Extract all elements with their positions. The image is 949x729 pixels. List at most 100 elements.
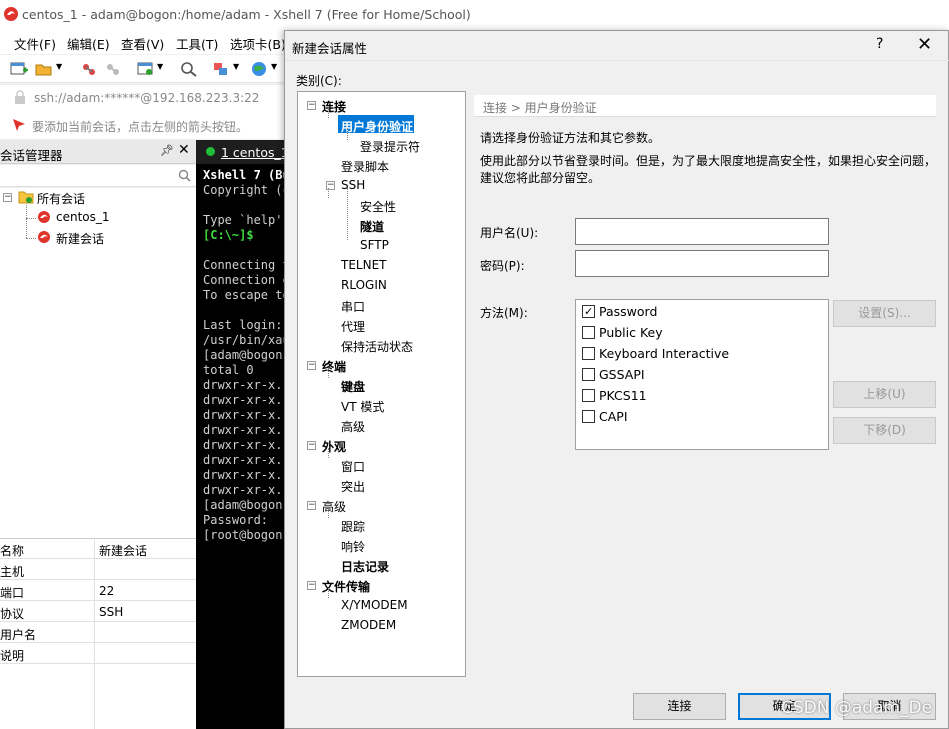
- new-session-icon[interactable]: [10, 61, 28, 77]
- terminal-line: Connecting t: [203, 258, 290, 272]
- method-checkbox[interactable]: [582, 326, 595, 339]
- settings-button[interactable]: 设置(S)...: [833, 300, 936, 327]
- category-item[interactable]: 键盘: [341, 378, 365, 395]
- category-item[interactable]: RLOGIN: [341, 278, 387, 292]
- collapse-icon[interactable]: −: [307, 361, 316, 370]
- category-item[interactable]: SFTP: [360, 238, 389, 252]
- folder-icon: [18, 191, 34, 204]
- close-panel-icon[interactable]: ✕: [178, 142, 190, 158]
- category-item[interactable]: VT 模式: [341, 398, 384, 415]
- terminal-line: [C:\~]$: [203, 228, 254, 242]
- watermark: CSDN @adam_De: [781, 698, 933, 718]
- globe-dropdown-icon[interactable]: ▼: [271, 62, 277, 71]
- disconnect-icon[interactable]: [104, 61, 122, 77]
- category-item[interactable]: 连接: [322, 98, 346, 115]
- collapse-icon[interactable]: −: [307, 101, 316, 110]
- session-item-centos[interactable]: centos_1: [56, 210, 110, 224]
- transfer-dropdown-icon[interactable]: ▼: [233, 62, 239, 71]
- session-manager-title: 会话管理器: [0, 148, 63, 163]
- connect-icon[interactable]: [80, 61, 98, 77]
- category-item[interactable]: 高级: [341, 418, 365, 435]
- category-item[interactable]: 跟踪: [341, 518, 365, 535]
- category-item[interactable]: 终端: [322, 358, 346, 375]
- method-checkbox[interactable]: [582, 347, 595, 360]
- collapse-icon[interactable]: −: [307, 441, 316, 450]
- category-item[interactable]: 登录脚本: [341, 158, 389, 175]
- category-item[interactable]: 外观: [322, 438, 346, 455]
- terminal-line: Password:: [203, 513, 269, 527]
- menu-view[interactable]: 查看(V): [121, 34, 164, 53]
- method-label[interactable]: PKCS11: [599, 388, 647, 403]
- method-checkbox[interactable]: [582, 389, 595, 402]
- terminal-line: [adam@bogon: [203, 348, 283, 362]
- move-down-button[interactable]: 下移(D): [833, 417, 936, 444]
- menu-file[interactable]: 文件(F): [14, 34, 56, 53]
- category-item[interactable]: 用户身份验证: [341, 118, 413, 135]
- find-icon[interactable]: [180, 61, 198, 77]
- globe-icon[interactable]: [251, 61, 269, 77]
- xshell-logo-icon: [4, 7, 18, 21]
- terminal-line: drwxr-xr-x.: [203, 438, 283, 452]
- username-field[interactable]: [575, 218, 829, 245]
- collapse-icon[interactable]: −: [3, 193, 12, 202]
- open-dropdown-icon[interactable]: ▼: [56, 62, 62, 71]
- password-field[interactable]: [575, 250, 829, 277]
- terminal-line: drwxr-xr-x.: [203, 453, 283, 467]
- method-label[interactable]: Keyboard Interactive: [599, 346, 729, 361]
- tree-root-label[interactable]: 所有会话: [37, 190, 85, 207]
- checkmark-icon: ✓: [584, 305, 594, 318]
- terminal-line: drwxr-xr-x.: [203, 378, 283, 392]
- arrow-bookmark-icon[interactable]: [12, 118, 26, 132]
- category-item[interactable]: 窗口: [341, 458, 365, 475]
- open-folder-icon[interactable]: [35, 61, 53, 77]
- description-text: 使用此部分以节省登录时间。但是，为了最大限度地提高安全性，如果担心安全问题，: [480, 154, 937, 168]
- session-icon: [38, 231, 50, 243]
- address-text[interactable]: ssh://adam:******@192.168.223.3:22: [34, 91, 259, 105]
- collapse-icon[interactable]: −: [307, 581, 316, 590]
- category-item[interactable]: 隧道: [360, 218, 384, 235]
- category-item[interactable]: 高级: [322, 498, 346, 515]
- close-icon[interactable]: ✕: [917, 34, 932, 55]
- method-checkbox[interactable]: [582, 368, 595, 381]
- category-item[interactable]: 保持活动状态: [341, 338, 413, 355]
- category-item[interactable]: X/YMODEM: [341, 598, 408, 612]
- menu-tabs[interactable]: 选项卡(B): [230, 34, 286, 53]
- terminal-line: To escape to: [203, 288, 290, 302]
- collapse-icon[interactable]: −: [307, 501, 316, 510]
- method-label[interactable]: CAPI: [599, 409, 628, 424]
- session-item-new[interactable]: 新建会话: [56, 230, 104, 247]
- terminal-line: Last login:: [203, 318, 283, 332]
- category-item[interactable]: 日志记录: [341, 558, 389, 575]
- description-text: 建议您将此部分留空。: [480, 171, 601, 185]
- category-item[interactable]: SSH: [341, 178, 365, 192]
- connect-button[interactable]: 连接: [633, 693, 726, 720]
- category-item[interactable]: 响铃: [341, 538, 365, 555]
- search-icon[interactable]: [178, 169, 191, 182]
- method-checkbox[interactable]: [582, 410, 595, 423]
- move-up-button[interactable]: 上移(U): [833, 381, 936, 408]
- method-label[interactable]: GSSAPI: [599, 367, 645, 382]
- help-button[interactable]: ?: [876, 36, 883, 52]
- properties-icon[interactable]: [137, 61, 155, 77]
- category-item[interactable]: ZMODEM: [341, 618, 396, 632]
- menu-tools[interactable]: 工具(T): [176, 34, 218, 53]
- category-item[interactable]: 登录提示符: [360, 138, 420, 155]
- method-label[interactable]: Public Key: [599, 325, 663, 340]
- method-label[interactable]: Password: [599, 304, 657, 319]
- transfer-icon[interactable]: [212, 61, 230, 77]
- session-search-input[interactable]: [0, 165, 196, 187]
- category-item[interactable]: 文件传输: [322, 578, 370, 595]
- properties-dropdown-icon[interactable]: ▼: [157, 62, 163, 71]
- prop-row: 名称 新建会话: [0, 538, 196, 559]
- terminal-line: Type `help': [203, 213, 283, 227]
- category-item[interactable]: TELNET: [341, 258, 387, 272]
- category-item[interactable]: 安全性: [360, 198, 396, 215]
- tab-label[interactable]: 1 centos_1: [221, 145, 289, 160]
- category-item[interactable]: 代理: [341, 318, 365, 335]
- category-item[interactable]: 突出: [341, 478, 365, 495]
- description-text: 请选择身份验证方法和其它参数。: [480, 131, 661, 145]
- menu-edit[interactable]: 编辑(E): [67, 34, 110, 53]
- category-item[interactable]: 串口: [341, 298, 365, 315]
- terminal-line: [adam@bogon: [203, 498, 283, 512]
- pin-icon[interactable]: 📌︎: [160, 144, 174, 157]
